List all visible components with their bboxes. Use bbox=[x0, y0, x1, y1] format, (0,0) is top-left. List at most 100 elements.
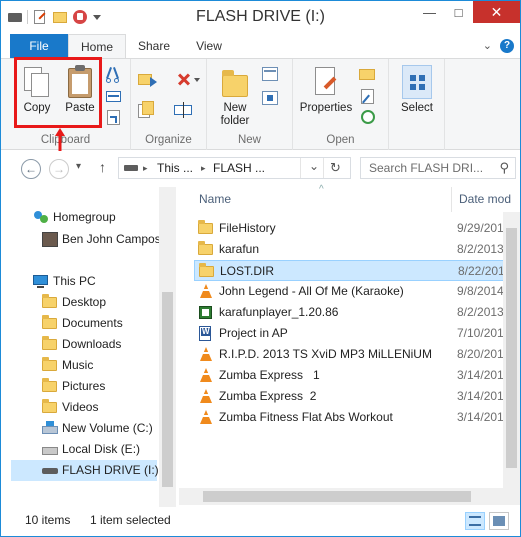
details-view-button[interactable] bbox=[465, 512, 485, 530]
nav-label: This PC bbox=[53, 274, 96, 288]
file-row[interactable]: John Legend - All Of Me (Karaoke) 9/8/20… bbox=[194, 281, 520, 302]
new-item-icon[interactable] bbox=[262, 66, 284, 84]
delete-icon[interactable] bbox=[174, 71, 200, 89]
open-group: Properties Open bbox=[293, 59, 389, 150]
file-name: LOST.DIR bbox=[220, 264, 275, 278]
address-sep-2: ▸ bbox=[201, 163, 206, 173]
tab-home[interactable]: Home bbox=[68, 34, 126, 59]
file-list-horizontal-scrollbar[interactable] bbox=[179, 488, 520, 505]
open-group-label: Open bbox=[326, 134, 355, 146]
properties-button[interactable]: Properties bbox=[299, 63, 353, 115]
copy-path-icon[interactable] bbox=[105, 88, 123, 106]
tab-share[interactable]: Share bbox=[128, 34, 180, 58]
nav-pane-scroll-thumb[interactable] bbox=[162, 292, 173, 487]
details-view-icon bbox=[469, 516, 481, 526]
status-bar: 10 items 1 item selected bbox=[1, 507, 520, 536]
nav-label: Music bbox=[62, 358, 94, 372]
rename-icon[interactable] bbox=[174, 101, 196, 119]
file-name: FileHistory bbox=[219, 221, 276, 235]
nav-label: Ben John Campos bbox=[62, 232, 161, 246]
ribbon-home: Copy Paste Clipboard Organize New folder… bbox=[1, 57, 520, 150]
large-icons-view-button[interactable] bbox=[489, 512, 509, 530]
folder-icon bbox=[42, 378, 58, 394]
select-group: Select bbox=[389, 59, 445, 150]
file-name: R.I.P.D. 2013 TS XviD MP3 MiLLENiUM bbox=[219, 347, 432, 361]
file-row[interactable]: karafun 8/2/2013 1 bbox=[194, 239, 520, 260]
properties-label: Properties bbox=[299, 102, 353, 114]
edit-icon[interactable] bbox=[359, 88, 377, 106]
select-button[interactable]: Select bbox=[397, 63, 437, 115]
title-bar: FLASH DRIVE (I:) — □ ✕ bbox=[1, 1, 520, 34]
recent-locations-dropdown[interactable]: ▾ bbox=[76, 161, 81, 172]
clipboard-group-label: Clipboard bbox=[40, 134, 91, 146]
move-to-icon[interactable] bbox=[138, 71, 160, 89]
paste-shortcut-icon[interactable] bbox=[105, 109, 123, 127]
file-row[interactable]: Zumba Express 1 3/14/2014 bbox=[194, 365, 520, 386]
vlc-icon bbox=[198, 284, 213, 299]
file-name: Zumba Express 2 bbox=[219, 389, 317, 403]
file-row[interactable]: Project in AP 7/10/2014 bbox=[194, 323, 520, 344]
maximize-button[interactable]: □ bbox=[444, 1, 473, 23]
file-list: ^ Name Date mod FileHistory 9/29/2014 ka… bbox=[179, 184, 520, 507]
history-icon[interactable] bbox=[359, 109, 377, 127]
select-label: Select bbox=[401, 102, 433, 114]
file-row[interactable]: R.I.P.D. 2013 TS XviD MP3 MiLLENiUM 8/20… bbox=[194, 344, 520, 365]
forward-button[interactable]: → bbox=[49, 159, 69, 179]
refresh-button[interactable]: ↻ bbox=[330, 160, 341, 176]
ribbon-collapse-icon[interactable]: ⌄ bbox=[483, 39, 492, 53]
tab-file[interactable]: File bbox=[10, 34, 68, 58]
file-name: Zumba Express 1 bbox=[219, 368, 320, 382]
folder-icon bbox=[199, 263, 214, 279]
explorer-window: FLASH DRIVE (I:) — □ ✕ File Home Share V… bbox=[0, 0, 521, 537]
open-icon[interactable] bbox=[359, 66, 381, 84]
file-row[interactable]: FileHistory 9/29/2014 bbox=[194, 218, 520, 239]
new-group: New folder New bbox=[207, 59, 293, 150]
nav-pane-scrollbar[interactable] bbox=[159, 187, 176, 507]
vlc-icon bbox=[198, 389, 213, 404]
nav-label: Homegroup bbox=[53, 210, 116, 224]
cut-icon[interactable] bbox=[105, 67, 123, 85]
file-list-vertical-scroll-thumb[interactable] bbox=[506, 228, 517, 468]
column-header-date[interactable]: Date mod bbox=[459, 187, 511, 212]
nav-label: Desktop bbox=[62, 295, 107, 309]
back-button[interactable]: ← bbox=[21, 159, 41, 179]
file-row[interactable]: karafunplayer_1.20.86 8/2/2013 1 bbox=[194, 302, 520, 323]
tab-view[interactable]: View bbox=[184, 34, 234, 58]
minimize-button[interactable]: — bbox=[415, 1, 444, 23]
breadcrumb-flash[interactable]: FLASH ... bbox=[213, 161, 265, 175]
search-input[interactable]: Search FLASH DRI... ⚲ bbox=[360, 157, 516, 179]
copy-to-icon[interactable] bbox=[138, 101, 160, 119]
organize-group-label: Organize bbox=[145, 134, 192, 146]
address-history-dropdown[interactable]: ⌄ bbox=[309, 159, 319, 173]
file-row-selected[interactable]: LOST.DIR 8/22/2013 bbox=[194, 260, 520, 281]
folder-icon bbox=[198, 241, 213, 257]
navigation-pane: Homegroup Ben John Campos This PC Deskto… bbox=[1, 187, 176, 507]
file-row[interactable]: Zumba Fitness Flat Abs Workout 3/14/2014 bbox=[194, 407, 520, 428]
easy-access-icon[interactable] bbox=[262, 90, 284, 108]
file-row[interactable]: Zumba Express 2 3/14/2014 bbox=[194, 386, 520, 407]
file-name: karafunplayer_1.20.86 bbox=[219, 305, 339, 319]
help-icon[interactable]: ? bbox=[500, 39, 514, 53]
address-bar[interactable]: ▸ This ... ▸ FLASH ... ⌄ ↻ bbox=[118, 157, 351, 179]
select-icon bbox=[402, 65, 432, 99]
nav-flash-drive-i[interactable]: FLASH DRIVE (I:) bbox=[11, 460, 159, 481]
item-count: 10 items bbox=[25, 513, 71, 527]
column-header-name[interactable]: Name bbox=[199, 187, 231, 212]
ribbon-options: ⌄ ? bbox=[483, 39, 514, 53]
file-list-vertical-scrollbar[interactable] bbox=[503, 212, 520, 488]
drive-icon bbox=[42, 442, 58, 457]
up-button[interactable]: ↑ bbox=[99, 159, 106, 175]
file-name: John Legend - All Of Me (Karaoke) bbox=[219, 284, 404, 298]
nav-label: New Volume (C:) bbox=[62, 421, 153, 435]
search-icon[interactable]: ⚲ bbox=[499, 160, 509, 176]
vlc-icon bbox=[198, 347, 213, 362]
new-folder-button[interactable]: New folder bbox=[213, 63, 257, 128]
installer-icon bbox=[198, 305, 213, 320]
selection-count: 1 item selected bbox=[90, 513, 171, 527]
organize-group: Organize bbox=[131, 59, 207, 150]
folder-icon bbox=[42, 399, 58, 415]
close-button[interactable]: ✕ bbox=[473, 1, 520, 23]
file-list-horizontal-scroll-thumb[interactable] bbox=[203, 491, 471, 502]
folder-icon bbox=[198, 220, 213, 236]
breadcrumb-this-pc[interactable]: This ... bbox=[157, 161, 193, 175]
